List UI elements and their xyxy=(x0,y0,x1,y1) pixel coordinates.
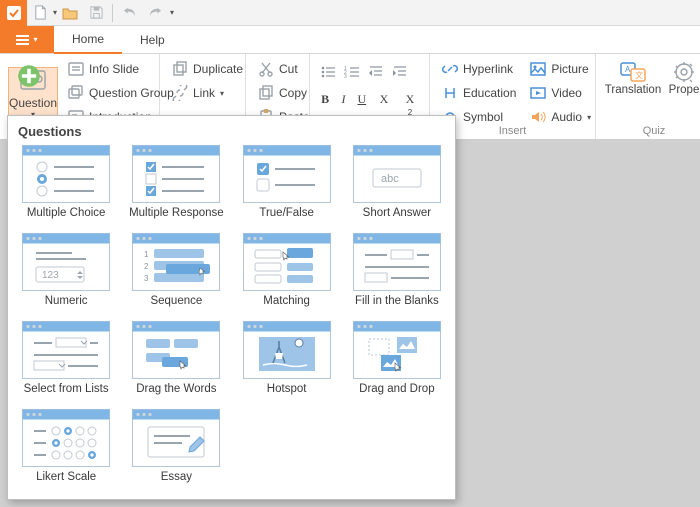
qtype-drag-drop[interactable]: Drag and Drop xyxy=(349,321,445,395)
svg-text:123: 123 xyxy=(42,270,59,281)
properties-button[interactable]: Prope xyxy=(664,60,700,98)
qat-customize-caret[interactable]: ▾ xyxy=(170,8,174,17)
qtype-true-false[interactable]: True/False xyxy=(239,145,335,219)
questions-grid: Multiple Choice Multiple Response True/F… xyxy=(18,145,445,483)
numbering-icon[interactable]: 123 xyxy=(344,64,360,80)
redo-icon[interactable] xyxy=(142,0,168,26)
qtype-hotspot[interactable]: Hotspot xyxy=(239,321,335,395)
qtype-multiple-response[interactable]: Multiple Response xyxy=(128,145,224,219)
copy-button[interactable]: Copy xyxy=(254,82,301,104)
tab-help[interactable]: Help xyxy=(122,26,183,53)
svg-text:3: 3 xyxy=(344,74,347,80)
list-indent-row: 123 xyxy=(318,62,421,82)
panel-title: Questions xyxy=(18,124,445,139)
font-style-row: B I U X2 X2 xyxy=(318,90,421,110)
bold-button[interactable]: B xyxy=(320,92,330,108)
svg-text:2: 2 xyxy=(144,262,149,271)
quick-access-toolbar: ▾ ▾ xyxy=(0,0,700,26)
indent-icon[interactable] xyxy=(392,64,408,80)
qtype-sequence[interactable]: 1 2 3 Sequence xyxy=(128,233,224,307)
duplicate-button[interactable]: Duplicate xyxy=(168,58,237,80)
qtype-matching[interactable]: Matching xyxy=(239,233,335,307)
translation-button[interactable]: A文 Translation xyxy=(604,60,662,98)
save-icon[interactable] xyxy=(83,0,109,26)
file-menu-button[interactable]: ▾ xyxy=(0,26,54,53)
outdent-icon[interactable] xyxy=(368,64,384,80)
underline-button[interactable]: U xyxy=(357,92,367,108)
file-menu-caret: ▾ xyxy=(33,35,37,44)
svg-text:1: 1 xyxy=(144,250,149,259)
ribbon-group-quiz: A文 Translation Prope Quiz xyxy=(596,54,700,139)
subscript-button[interactable]: X2 xyxy=(375,92,393,108)
qtype-numeric[interactable]: 123 Numeric xyxy=(18,233,114,307)
italic-button[interactable]: I xyxy=(338,92,348,108)
menu-icon xyxy=(16,35,29,45)
new-file-icon[interactable] xyxy=(27,0,53,26)
questions-panel: Questions Multiple Choice Multiple Respo… xyxy=(7,115,456,500)
qtype-short-answer[interactable]: abc Short Answer xyxy=(349,145,445,219)
link-button[interactable]: Link ▾ xyxy=(168,82,237,104)
education-button[interactable]: Education xyxy=(438,82,520,104)
hyperlink-button[interactable]: Hyperlink xyxy=(438,58,520,80)
qtype-drag-words[interactable]: Drag the Words xyxy=(128,321,224,395)
svg-text:A: A xyxy=(625,65,631,74)
bullets-icon[interactable] xyxy=(320,64,336,80)
app-icon[interactable] xyxy=(0,0,27,26)
separator xyxy=(112,4,113,22)
qtype-likert[interactable]: Likert Scale xyxy=(18,409,114,483)
question-label: Question xyxy=(9,96,57,110)
svg-text:abc: abc xyxy=(381,173,399,185)
question-button[interactable]: Question ▾ xyxy=(8,67,58,120)
undo-icon[interactable] xyxy=(116,0,142,26)
group-label-quiz: Quiz xyxy=(596,125,700,137)
qtype-essay[interactable]: Essay xyxy=(128,409,224,483)
cut-button[interactable]: Cut xyxy=(254,58,301,80)
tab-home[interactable]: Home xyxy=(54,26,122,54)
picture-button[interactable]: Picture xyxy=(526,58,595,80)
video-button[interactable]: Video xyxy=(526,82,595,104)
superscript-button[interactable]: X2 xyxy=(401,92,419,108)
qtype-multiple-choice[interactable]: Multiple Choice xyxy=(18,145,114,219)
qtype-select-lists[interactable]: Select from Lists xyxy=(18,321,114,395)
qtype-fill-blanks[interactable]: Fill in the Blanks xyxy=(349,233,445,307)
svg-text:3: 3 xyxy=(144,274,149,283)
svg-text:文: 文 xyxy=(635,70,643,80)
tab-strip: ▾ Home Help xyxy=(0,26,700,54)
open-icon[interactable] xyxy=(57,0,83,26)
